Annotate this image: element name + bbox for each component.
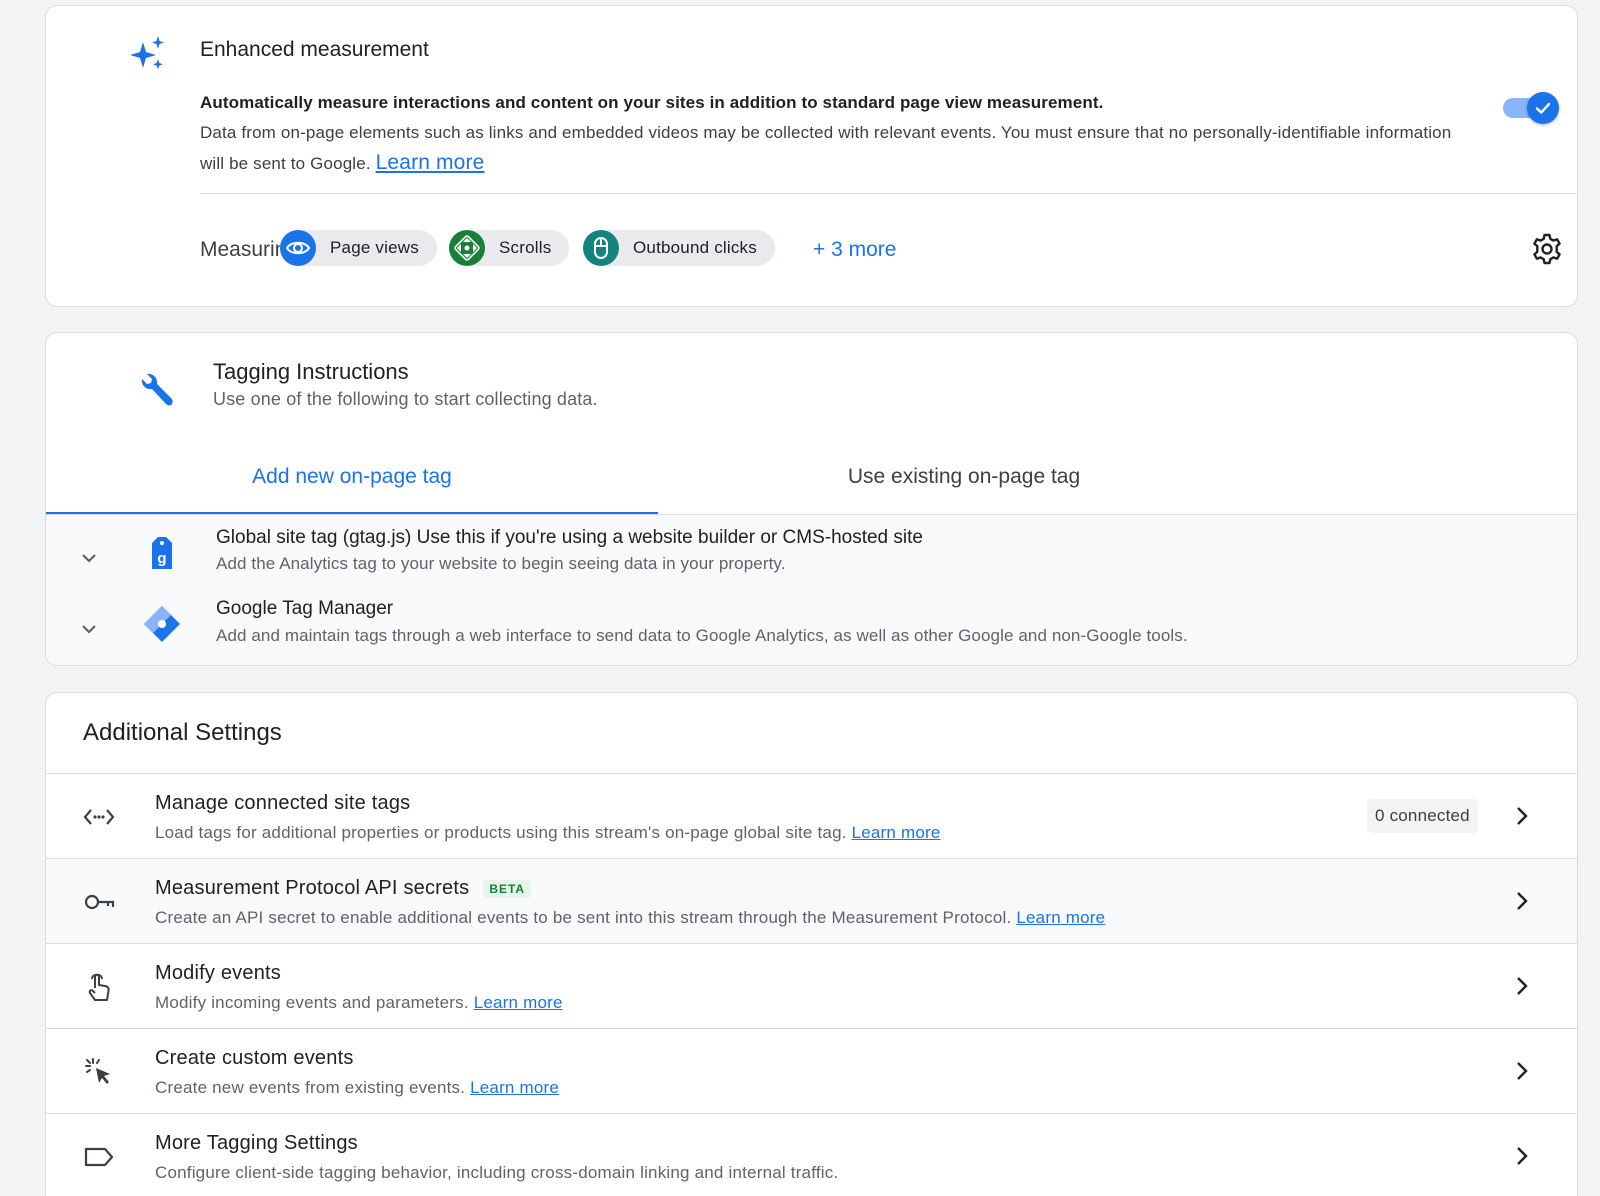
row-title: More Tagging Settings [155, 1132, 358, 1154]
beta-badge: BETA [483, 879, 532, 898]
learn-more-link[interactable]: Learn more [1016, 908, 1105, 927]
enhanced-measurement-title: Enhanced measurement [200, 38, 429, 61]
learn-more-link[interactable]: Learn more [474, 993, 563, 1012]
row-title-text: Measurement Protocol API secrets [155, 877, 470, 899]
row-title: Measurement Protocol API secrets BETA [155, 877, 532, 900]
wrench-icon [141, 373, 173, 406]
tag-option-gtag[interactable]: g Global site tag (gtag.js) Use this if … [46, 515, 1577, 587]
row-description: Create new events from existing events. [155, 1078, 466, 1097]
label-icon [84, 1147, 114, 1167]
row-subtitle: Modify incoming events and parameters. L… [155, 993, 563, 1013]
row-title: Modify events [155, 962, 281, 984]
tag-option-gtm[interactable]: Google Tag Manager Add and maintain tags… [46, 587, 1577, 659]
tab-add-new-on-page-tag[interactable]: Add new on-page tag [46, 438, 658, 515]
chevron-down-icon[interactable] [78, 618, 100, 640]
tag-option-title: Google Tag Manager [216, 598, 394, 619]
chevron-right-icon[interactable] [1508, 972, 1536, 1000]
enhanced-measurement-toggle[interactable] [1501, 92, 1559, 124]
chevron-right-icon[interactable] [1508, 1142, 1536, 1170]
eye-icon [280, 230, 316, 266]
mouse-icon [583, 230, 619, 266]
chevron-right-icon[interactable] [1508, 802, 1536, 830]
tag-option-subtitle: Add and maintain tags through a web inte… [216, 626, 1188, 645]
tag-options-list: g Global site tag (gtag.js) Use this if … [46, 515, 1577, 665]
row-measurement-protocol-api-secrets[interactable]: Measurement Protocol API secrets BETA Cre… [46, 858, 1577, 943]
gear-icon[interactable] [1530, 232, 1564, 266]
sparkle-icon [130, 36, 164, 70]
gtm-diamond-icon [144, 606, 180, 642]
additional-settings-title: Additional Settings [83, 719, 282, 746]
row-description: Load tags for additional properties or p… [155, 823, 847, 842]
row-manage-connected-site-tags[interactable]: Manage connected site tags Load tags for… [46, 773, 1577, 858]
toggle-thumb [1527, 92, 1559, 124]
enhanced-measurement-card: Enhanced measurement Automatically measu… [45, 5, 1578, 307]
touch-icon [88, 973, 110, 1001]
row-more-tagging-settings[interactable]: More Tagging Settings Configure client-s… [46, 1113, 1577, 1196]
scroll-arrows-icon [449, 230, 485, 266]
enhanced-measurement-description: Data from on-page elements such as links… [200, 118, 1470, 179]
row-subtitle: Load tags for additional properties or p… [155, 823, 941, 843]
check-icon [1535, 102, 1551, 114]
svg-text:g: g [157, 550, 166, 567]
tab-use-existing-on-page-tag[interactable]: Use existing on-page tag [658, 438, 1270, 515]
tagging-instructions-card: Tagging Instructions Use one of the foll… [45, 332, 1578, 666]
row-title: Manage connected site tags [155, 792, 411, 814]
divider [200, 193, 1577, 194]
chevron-down-icon[interactable] [78, 547, 100, 569]
chip-label: Outbound clicks [633, 238, 757, 257]
row-title: Create custom events [155, 1047, 354, 1069]
chip-page-views[interactable]: Page views [280, 230, 437, 266]
key-icon [84, 894, 115, 910]
chip-label: Page views [330, 238, 419, 257]
tagging-subtitle: Use one of the following to start collec… [213, 389, 598, 409]
code-icon [83, 809, 115, 825]
tag-option-name: Global site tag (gtag.js) [216, 527, 412, 548]
gtag-icon: g [152, 537, 172, 569]
tag-option-note: Use this if you're using a website build… [411, 527, 923, 548]
more-events-link[interactable]: + 3 more [813, 238, 896, 262]
tag-option-title: Global site tag (gtag.js) Use this if yo… [216, 527, 923, 549]
row-description: Create an API secret to enable additiona… [155, 908, 1012, 927]
learn-more-link[interactable]: Learn more [470, 1078, 559, 1097]
additional-settings-card: Additional Settings Manage connected sit… [45, 692, 1578, 1196]
tag-option-subtitle: Add the Analytics tag to your website to… [216, 554, 786, 573]
chip-scrolls[interactable]: Scrolls [449, 230, 570, 266]
chip-label: Scrolls [499, 238, 552, 257]
tagging-title: Tagging Instructions [213, 359, 409, 384]
enhanced-measurement-summary: Automatically measure interactions and c… [200, 93, 1104, 112]
learn-more-link[interactable]: Learn more [852, 823, 941, 842]
chip-outbound-clicks[interactable]: Outbound clicks [583, 230, 775, 266]
row-description: Modify incoming events and parameters. [155, 993, 469, 1012]
chevron-right-icon[interactable] [1508, 887, 1536, 915]
row-modify-events[interactable]: Modify events Modify incoming events and… [46, 943, 1577, 1028]
cursor-click-icon [85, 1058, 110, 1084]
chevron-right-icon[interactable] [1508, 1057, 1536, 1085]
row-subtitle: Configure client-side tagging behavior, … [155, 1163, 839, 1182]
row-subtitle: Create new events from existing events. … [155, 1078, 559, 1098]
row-subtitle: Create an API secret to enable additiona… [155, 908, 1105, 928]
learn-more-link[interactable]: Learn more [376, 151, 485, 174]
connected-count-badge: 0 connected [1367, 799, 1478, 833]
row-create-custom-events[interactable]: Create custom events Create new events f… [46, 1028, 1577, 1113]
